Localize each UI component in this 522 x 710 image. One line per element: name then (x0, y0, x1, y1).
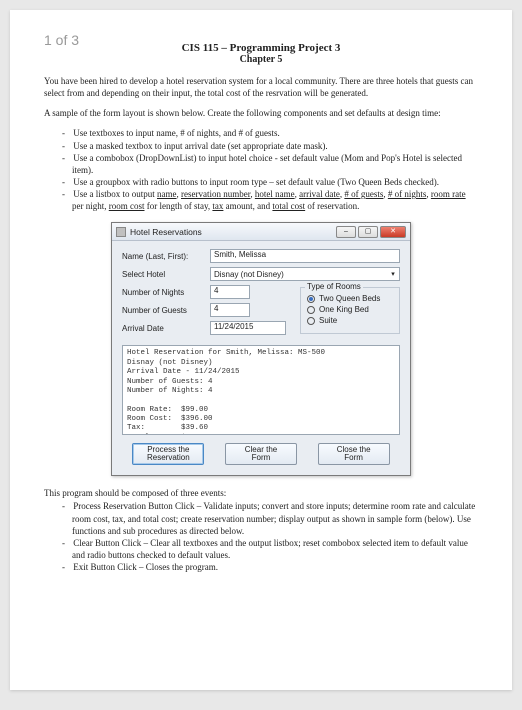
hotel-label: Select Hotel (122, 270, 210, 279)
process-button[interactable]: Process theReservation (132, 443, 204, 465)
minimize-button[interactable]: – (336, 226, 356, 238)
radio-two-queen[interactable]: Two Queen Beds (307, 294, 393, 303)
req-item: Use textboxes to input name, # of nights… (54, 127, 478, 139)
guests-input[interactable]: 4 (210, 303, 250, 317)
hotel-selected: Disnay (not Disney) (214, 270, 284, 279)
form-window: Hotel Reservations – ▢ ✕ Name (Last, Fir… (111, 222, 411, 476)
arrival-input[interactable]: 11/24/2015 (210, 321, 286, 335)
name-input[interactable]: Smith, Melissa (210, 249, 400, 263)
radio-suite[interactable]: Suite (307, 316, 393, 325)
events-lead: This program should be composed of three… (44, 488, 478, 498)
app-icon (116, 227, 126, 237)
req-item: Use a listbox to output name, reservatio… (54, 188, 478, 212)
requirements-list: Use textboxes to input name, # of nights… (44, 127, 478, 212)
req-item: Use a combobox (DropDownList) to input h… (54, 152, 478, 176)
close-form-button[interactable]: Close theForm (318, 443, 390, 465)
sample-lead: A sample of the form layout is shown bel… (44, 107, 478, 119)
clear-button[interactable]: Clear theForm (225, 443, 297, 465)
room-type-label: Type of Rooms (305, 282, 363, 291)
radio-icon (307, 306, 315, 314)
nights-label: Number of Nights (122, 288, 210, 297)
intro-paragraph: You have been hired to develop a hotel r… (44, 75, 478, 99)
req-item: Use a masked textbox to input arrival da… (54, 140, 478, 152)
events-list: Process Reservation Button Click – Valid… (44, 500, 478, 573)
output-listbox[interactable]: Hotel Reservation for Smith, Melissa: MS… (122, 345, 400, 435)
event-item: Clear Button Click – Clear all textboxes… (54, 537, 478, 561)
doc-subtitle: Chapter 5 (44, 54, 478, 65)
event-item: Exit Button Click – Closes the program. (54, 561, 478, 573)
event-item: Process Reservation Button Click – Valid… (54, 500, 478, 536)
page-indicator: 1 of 3 (44, 32, 79, 48)
name-label: Name (Last, First): (122, 252, 210, 261)
arrival-label: Arrival Date (122, 324, 210, 333)
nights-input[interactable]: 4 (210, 285, 250, 299)
radio-one-king[interactable]: One King Bed (307, 305, 393, 314)
title-bar: Hotel Reservations – ▢ ✕ (112, 223, 410, 241)
doc-title: CIS 115 – Programming Project 3 (44, 42, 478, 54)
guests-label: Number of Guests (122, 306, 210, 315)
maximize-button[interactable]: ▢ (358, 226, 378, 238)
room-type-group: Type of Rooms Two Queen Beds One King Be… (300, 287, 400, 334)
radio-icon (307, 295, 315, 303)
hotel-combobox[interactable]: Disnay (not Disney) ▾ (210, 267, 400, 281)
window-title: Hotel Reservations (130, 227, 336, 237)
radio-icon (307, 317, 315, 325)
chevron-down-icon: ▾ (387, 268, 399, 280)
req-item: Use a groupbox with radio buttons to inp… (54, 176, 478, 188)
close-button[interactable]: ✕ (380, 226, 406, 238)
